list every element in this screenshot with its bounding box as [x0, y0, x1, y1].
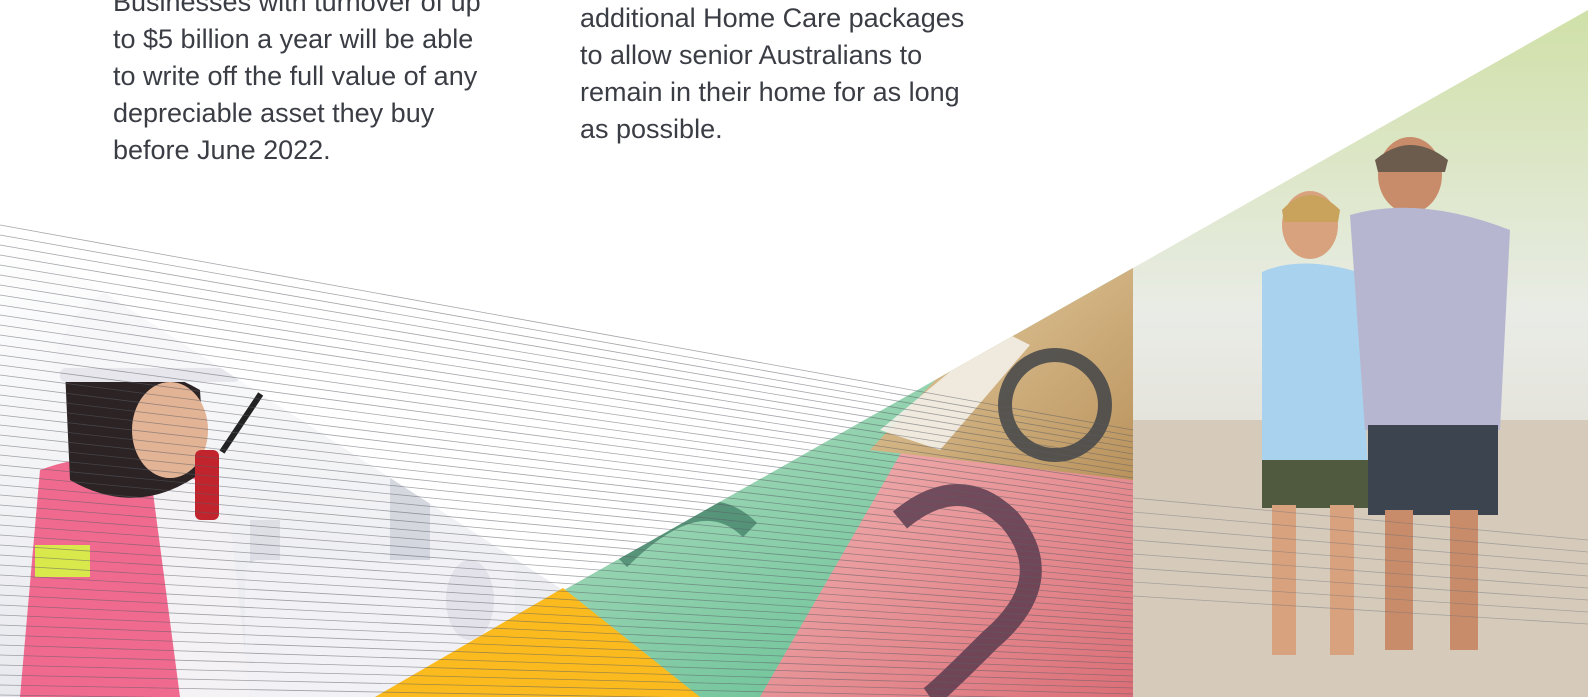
budget-brochure-page: Businesses with turnover of up to $5 bil… [0, 0, 1588, 697]
couple-photo [1133, 10, 1588, 697]
collage-artwork [0, 10, 1588, 697]
